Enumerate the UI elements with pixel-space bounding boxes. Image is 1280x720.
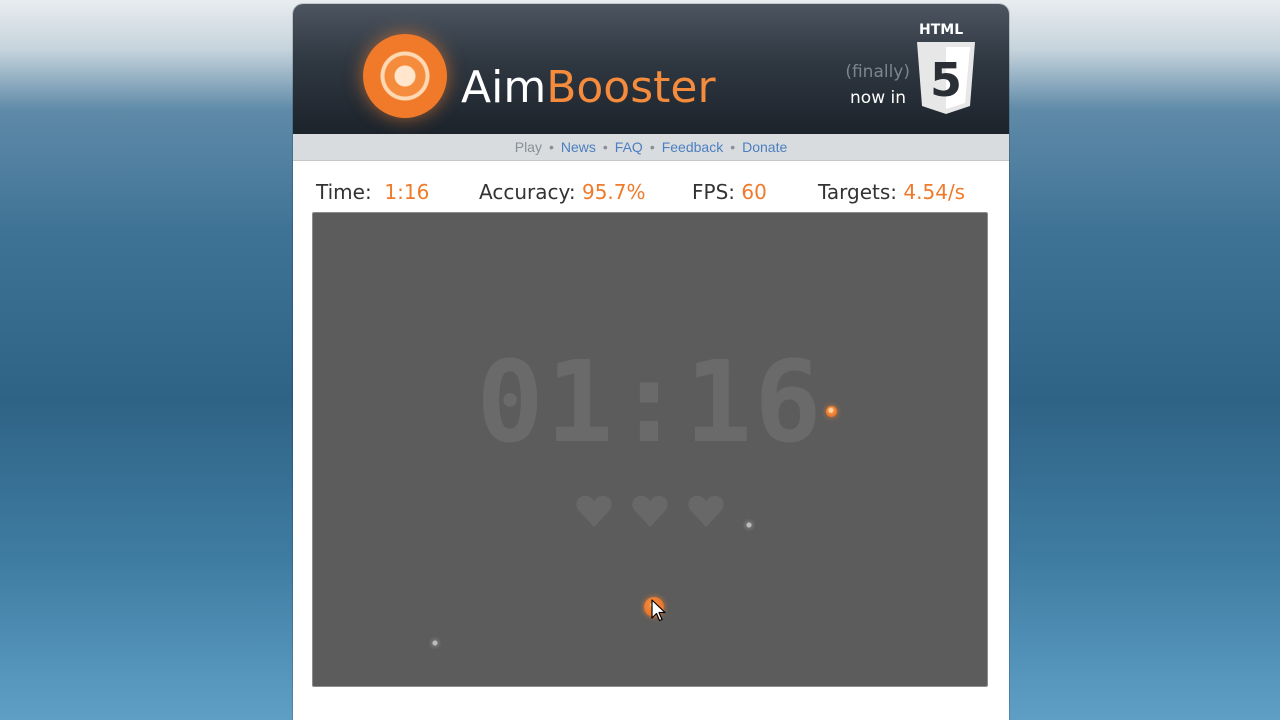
target-orange[interactable] xyxy=(826,406,837,417)
game-clock: 01:16 xyxy=(476,338,824,468)
stats-bar: Time: 1:16 Accuracy: 95.7% FPS: 60 Targe… xyxy=(293,180,1009,210)
heart-icon xyxy=(632,495,668,527)
nav-separator: • xyxy=(602,139,608,155)
html5-shield-icon: 5 xyxy=(917,42,975,114)
tagline-finally: (finally) xyxy=(845,62,910,82)
stat-colon: : xyxy=(728,180,736,204)
stat-targets-value: 4.54/s xyxy=(903,180,966,204)
nav-item-donate[interactable]: Donate xyxy=(742,139,787,155)
nav-separator: • xyxy=(649,139,655,155)
stat-targets: Targets: 4.54/s xyxy=(818,180,965,204)
stat-time-label: Time xyxy=(316,180,365,204)
stat-time-value: 1:16 xyxy=(384,180,430,204)
cursor-arrow-icon xyxy=(651,599,666,622)
nav-item-feedback[interactable]: Feedback xyxy=(662,139,723,155)
stat-time: Time: 1:16 xyxy=(316,180,429,204)
logo-aim: Aim xyxy=(461,62,547,113)
tagline-now-in: now in xyxy=(850,88,906,108)
nav-item-news[interactable]: News xyxy=(561,139,596,155)
site-logo-text[interactable]: AimBooster xyxy=(461,58,716,118)
target-grey[interactable] xyxy=(429,637,441,649)
stat-accuracy-label: Accuracy xyxy=(479,180,569,204)
app-window: AimBooster (finally) now in HTML 5 Play •… xyxy=(293,4,1009,720)
stat-fps-label: FPS xyxy=(692,180,729,204)
stat-fps-value: 60 xyxy=(741,180,767,204)
heart-icon xyxy=(576,495,612,527)
target-grey[interactable] xyxy=(743,519,755,531)
stat-colon: : xyxy=(890,180,898,204)
nav-item-play[interactable]: Play xyxy=(515,139,542,155)
game-canvas[interactable]: 01:16 xyxy=(312,212,988,687)
stat-targets-label: Targets xyxy=(818,180,891,204)
nav-separator: • xyxy=(548,139,554,155)
nav-item-faq[interactable]: FAQ xyxy=(615,139,643,155)
html5-label: HTML xyxy=(919,22,964,38)
heart-icon xyxy=(688,495,724,527)
nav-separator: • xyxy=(730,139,736,155)
stat-colon: : xyxy=(568,180,576,204)
stat-fps: FPS: 60 xyxy=(692,180,767,204)
stat-accuracy: Accuracy: 95.7% xyxy=(479,180,646,204)
site-header: AimBooster (finally) now in HTML 5 xyxy=(293,4,1009,134)
stat-accuracy-value: 95.7% xyxy=(581,180,646,204)
main-nav: Play • News • FAQ • Feedback • Donate xyxy=(293,134,1009,161)
stat-colon: : xyxy=(364,180,372,204)
aimbooster-logo-icon[interactable] xyxy=(363,34,447,118)
html5-number: 5 xyxy=(930,53,962,107)
logo-booster: Booster xyxy=(546,62,716,113)
